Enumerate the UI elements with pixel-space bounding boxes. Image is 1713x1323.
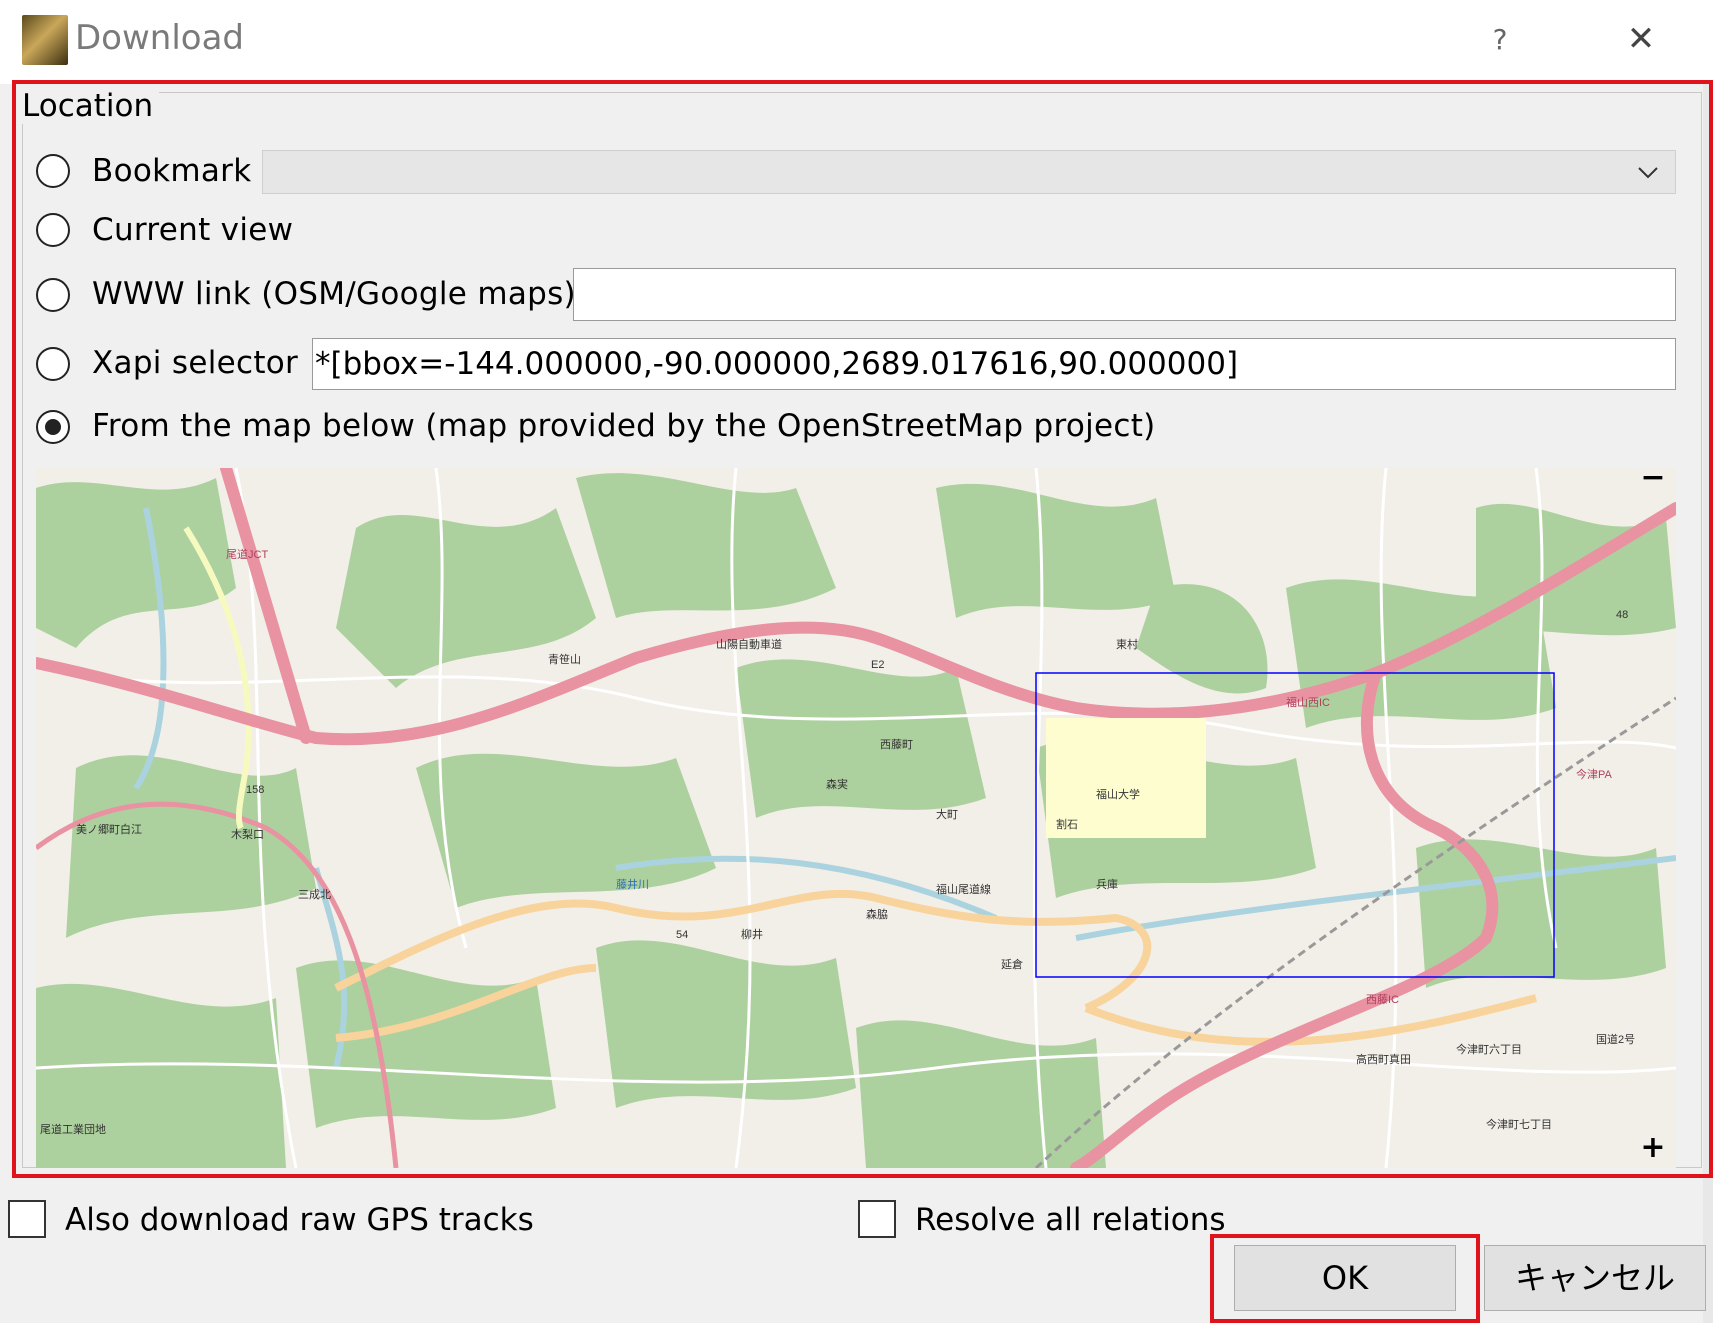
- close-button[interactable]: ✕: [1618, 16, 1664, 62]
- raw-gps-checkbox[interactable]: [8, 1200, 46, 1238]
- cancel-button[interactable]: キャンセル: [1484, 1245, 1706, 1311]
- window-title: Download: [75, 18, 245, 58]
- help-button[interactable]: ?: [1480, 18, 1520, 62]
- app-icon: [22, 15, 68, 65]
- title-bar: Download ? ✕: [0, 0, 1713, 84]
- resolve-relations-checkbox[interactable]: [858, 1200, 896, 1238]
- location-highlight: [12, 80, 1713, 1178]
- raw-gps-label: Also download raw GPS tracks: [65, 1202, 534, 1238]
- resolve-relations-label: Resolve all relations: [915, 1202, 1226, 1238]
- ok-highlight: [1210, 1234, 1480, 1323]
